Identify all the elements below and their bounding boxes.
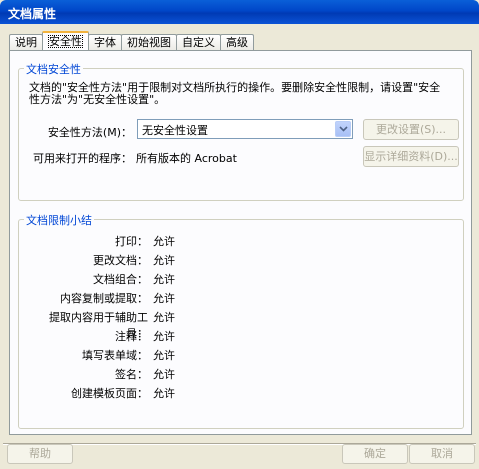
security-method-value: 无安全性设置 [142,124,208,137]
security-method-select[interactable]: 无安全性设置 [137,119,353,139]
dialog-body: 说明 安全性 字体 初始视图 自定义 高级 文档安全性 文档的"安全性方法"用于… [3,24,476,466]
open-with-label: 可用来打开的程序： [33,152,132,165]
security-description: 文档的"安全性方法"用于限制对文档所执行的操作。要删除安全性限制，请设置"安全性… [29,81,441,106]
summary-value: 允许 [153,311,175,324]
tab-advanced[interactable]: 高级 [220,34,254,50]
summary-value: 允许 [153,235,175,248]
summary-label: 签名： [115,368,148,381]
cancel-button[interactable]: 取消 [409,444,475,464]
help-button[interactable]: 帮助 [7,444,73,464]
summary-label: 打印： [115,235,148,248]
group-title: 文档安全性 [24,61,83,77]
summary-label: 注释： [115,330,148,343]
summary-value: 允许 [153,349,175,362]
ok-button[interactable]: 确定 [342,444,408,464]
security-method-label: 安全性方法(M)： [47,126,132,139]
summary-value: 允许 [153,368,175,381]
summary-value: 允许 [153,387,175,400]
summary-value: 允许 [153,273,175,286]
summary-value: 允许 [153,330,175,343]
summary-label: 文档组合： [93,273,148,286]
chevron-down-icon[interactable] [335,121,351,137]
tab-description[interactable]: 说明 [9,34,43,50]
summary-value: 允许 [153,254,175,267]
summary-value: 允许 [153,292,175,305]
restrictions-summary-group: 文档限制小结 打印： 允许 更改文档： 允许 文档组合： 允许 内容复制或提取：… [18,212,464,429]
show-details-button[interactable]: 显示详细资料(D)... [363,146,459,167]
tab-initial-view[interactable]: 初始视图 [121,34,177,50]
summary-label: 更改文档： [93,254,148,267]
summary-label: 创建模板页面： [71,387,148,400]
window-title: 文档属性 [0,0,479,24]
tab-security[interactable]: 安全性 [42,31,89,50]
group-title: 文档限制小结 [24,212,94,228]
tab-fonts[interactable]: 字体 [88,34,122,50]
open-with-value: 所有版本的 Acrobat [136,152,237,165]
tab-custom[interactable]: 自定义 [176,34,221,50]
document-security-group: 文档安全性 文档的"安全性方法"用于限制对文档所执行的操作。要删除安全性限制，请… [18,61,464,201]
tab-strip: 说明 安全性 字体 初始视图 自定义 高级 [9,31,254,50]
change-settings-button[interactable]: 更改设置(S)... [363,119,459,140]
summary-label: 内容复制或提取： [60,292,148,305]
tab-panel: 文档安全性 文档的"安全性方法"用于限制对文档所执行的操作。要删除安全性限制，请… [9,50,472,435]
summary-label: 填写表单域： [82,349,148,362]
